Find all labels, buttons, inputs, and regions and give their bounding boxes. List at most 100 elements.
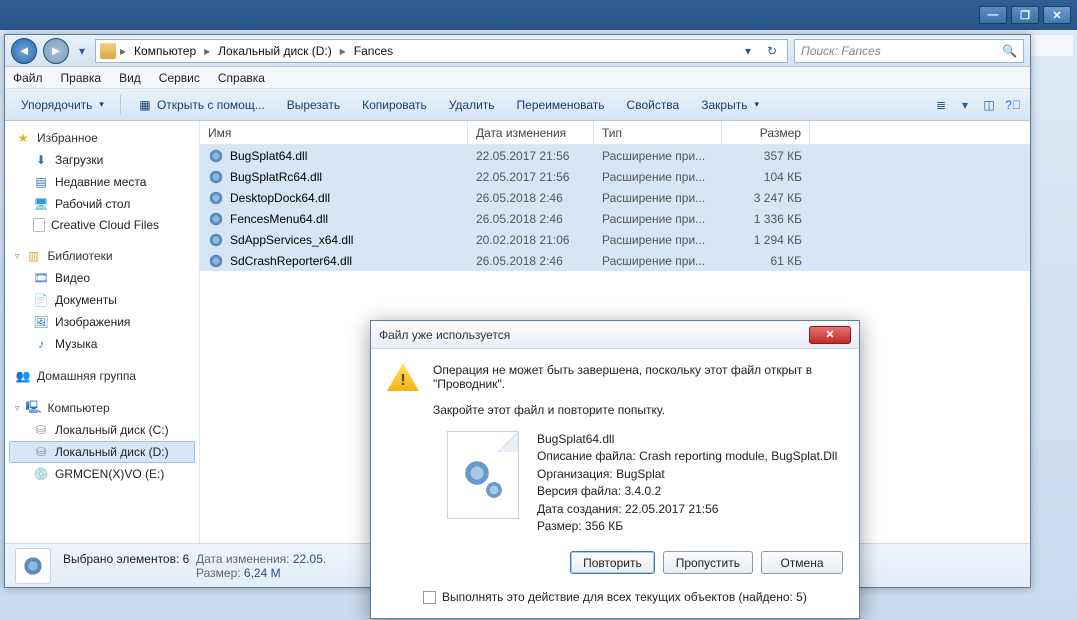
table-row[interactable]: BugSplatRc64.dll22.05.2017 21:56Расширен… — [200, 166, 1030, 187]
pictures-icon: 🖼 — [33, 314, 49, 330]
help-icon[interactable]: ?⃝ — [1004, 96, 1022, 114]
sidebar-item-downloads[interactable]: ⬇Загрузки — [9, 149, 195, 171]
nav-back-button[interactable]: ◄ — [11, 38, 37, 64]
recent-icon: ▤ — [33, 174, 49, 190]
sidebar-item-ccfiles[interactable]: Creative Cloud Files — [9, 215, 195, 235]
nav-history-dropdown[interactable]: ▾ — [75, 44, 89, 58]
dll-file-icon — [208, 148, 224, 164]
breadcrumb[interactable]: ▸ Компьютер ▸ Локальный диск (D:) ▸ Fanc… — [95, 39, 788, 63]
open-with-button[interactable]: ▦Открыть с помощ... — [129, 93, 273, 117]
copy-button[interactable]: Копировать — [354, 94, 435, 116]
sidebar-favorites-header[interactable]: ★Избранное — [9, 127, 195, 149]
organize-button[interactable]: Упорядочить — [13, 94, 112, 116]
sidebar-homegroup-header[interactable]: 👥Домашняя группа — [9, 365, 195, 387]
chevron-right-icon: ▸ — [202, 44, 212, 58]
breadcrumb-item[interactable]: Fances — [350, 44, 397, 58]
table-row[interactable]: FencesMenu64.dll26.05.2018 2:46Расширени… — [200, 208, 1030, 229]
sidebar-libraries-header[interactable]: ▿▥Библиотеки — [9, 245, 195, 267]
chevron-down-icon: ▿ — [15, 403, 20, 414]
chevron-right-icon: ▸ — [118, 44, 128, 58]
sidebar-item-music[interactable]: ♪Музыка — [9, 333, 195, 355]
cancel-button[interactable]: Отмена — [761, 551, 843, 574]
sidebar-item-drive-e[interactable]: 💿GRMCEN(X)VO (E:) — [9, 463, 195, 485]
dialog-close-button[interactable]: ✕ — [809, 326, 851, 344]
menu-edit[interactable]: Правка — [61, 71, 102, 85]
dialog-title: Файл уже используется — [379, 328, 510, 342]
col-header-type[interactable]: Тип — [594, 121, 722, 144]
close-file-button[interactable]: Закрыть — [693, 94, 767, 116]
sidebar-item-pictures[interactable]: 🖼Изображения — [9, 311, 195, 333]
delete-button[interactable]: Удалить — [441, 94, 503, 116]
maximize-button[interactable]: ❐ — [1011, 6, 1039, 24]
menu-tools[interactable]: Сервис — [159, 71, 200, 85]
rename-button[interactable]: Переименовать — [509, 94, 613, 116]
dll-file-icon — [208, 253, 224, 269]
refresh-icon[interactable]: ↻ — [761, 44, 783, 58]
search-icon[interactable]: 🔍 — [1002, 44, 1017, 58]
close-button[interactable]: ✕ — [1043, 6, 1071, 24]
dll-file-icon — [208, 211, 224, 227]
menu-help[interactable]: Справка — [218, 71, 265, 85]
nav-sidebar: ★Избранное ⬇Загрузки ▤Недавние места 🖥Ра… — [5, 121, 200, 543]
table-row[interactable]: BugSplat64.dll22.05.2017 21:56Расширение… — [200, 145, 1030, 166]
retry-button[interactable]: Повторить — [570, 551, 655, 574]
chevron-right-icon: ▸ — [338, 44, 348, 58]
col-header-name[interactable]: Имя — [200, 121, 468, 144]
do-for-all-checkbox[interactable] — [423, 591, 436, 604]
menu-view[interactable]: Вид — [119, 71, 141, 85]
selection-thumb-icon — [15, 548, 51, 584]
table-row[interactable]: DesktopDock64.dll26.05.2018 2:46Расширен… — [200, 187, 1030, 208]
view-options-icon[interactable]: ≣ — [932, 96, 950, 114]
command-bar: Упорядочить ▦Открыть с помощ... Вырезать… — [5, 89, 1030, 121]
dialog-instruction: Закройте этот файл и повторите попытку. — [433, 403, 843, 417]
do-for-all-label: Выполнять это действие для всех текущих … — [442, 590, 807, 604]
breadcrumb-item[interactable]: Компьютер — [130, 44, 200, 58]
homegroup-icon: 👥 — [15, 368, 31, 384]
file-thumbnail-icon — [447, 431, 519, 519]
sidebar-item-documents[interactable]: 📄Документы — [9, 289, 195, 311]
separator — [120, 95, 121, 115]
file-info: BugSplat64.dll Описание файла: Crash rep… — [537, 431, 837, 535]
skip-button[interactable]: Пропустить — [663, 551, 753, 574]
file-icon — [33, 218, 45, 232]
col-header-size[interactable]: Размер — [722, 121, 810, 144]
sidebar-item-desktop[interactable]: 🖥Рабочий стол — [9, 193, 195, 215]
chevron-down-icon: ▿ — [15, 251, 20, 262]
sidebar-computer-header[interactable]: ▿🖳Компьютер — [9, 397, 195, 419]
dll-file-icon — [208, 190, 224, 206]
preview-pane-icon[interactable]: ◫ — [980, 96, 998, 114]
search-input[interactable]: Поиск: Fances 🔍 — [794, 39, 1024, 63]
table-row[interactable]: SdCrashReporter64.dll26.05.2018 2:46Расш… — [200, 250, 1030, 271]
search-placeholder: Поиск: Fances — [801, 44, 881, 58]
dll-file-icon — [208, 169, 224, 185]
warning-icon: ! — [387, 363, 419, 391]
sidebar-item-recent[interactable]: ▤Недавние места — [9, 171, 195, 193]
sidebar-item-drive-d[interactable]: ⛁Локальный диск (D:) — [9, 441, 195, 463]
outer-titlebar: — ❐ ✕ — [0, 0, 1077, 30]
column-headers: Имя Дата изменения Тип Размер — [200, 121, 1030, 145]
details-text: Выбрано элементов: 6 Дата изменения: 22.… — [63, 552, 326, 580]
dll-file-icon — [208, 232, 224, 248]
nav-forward-button[interactable]: ► — [43, 38, 69, 64]
libraries-icon: ▥ — [26, 248, 42, 264]
dialog-titlebar[interactable]: Файл уже используется ✕ — [371, 321, 859, 349]
menu-bar: Файл Правка Вид Сервис Справка — [5, 67, 1030, 89]
menu-file[interactable]: Файл — [13, 71, 43, 85]
chevron-down-icon[interactable]: ▾ — [956, 96, 974, 114]
col-header-date[interactable]: Дата изменения — [468, 121, 594, 144]
computer-icon: 🖳 — [26, 400, 42, 416]
table-row[interactable]: SdAppServices_x64.dll20.02.2018 21:06Рас… — [200, 229, 1030, 250]
desktop-icon: 🖥 — [33, 196, 49, 212]
sidebar-item-drive-c[interactable]: ⛁Локальный диск (C:) — [9, 419, 195, 441]
file-in-use-dialog: Файл уже используется ✕ ! Операция не мо… — [370, 320, 860, 619]
dropdown-icon[interactable]: ▾ — [737, 44, 759, 58]
cut-button[interactable]: Вырезать — [279, 94, 348, 116]
do-for-all-row[interactable]: Выполнять это действие для всех текущих … — [387, 584, 843, 608]
properties-button[interactable]: Свойства — [619, 94, 688, 116]
download-icon: ⬇ — [33, 152, 49, 168]
sidebar-item-videos[interactable]: 🎞Видео — [9, 267, 195, 289]
minimize-button[interactable]: — — [979, 6, 1007, 24]
breadcrumb-item[interactable]: Локальный диск (D:) — [214, 44, 336, 58]
drive-icon: ⛁ — [33, 444, 49, 460]
dialog-message: Операция не может быть завершена, поскол… — [433, 363, 843, 391]
